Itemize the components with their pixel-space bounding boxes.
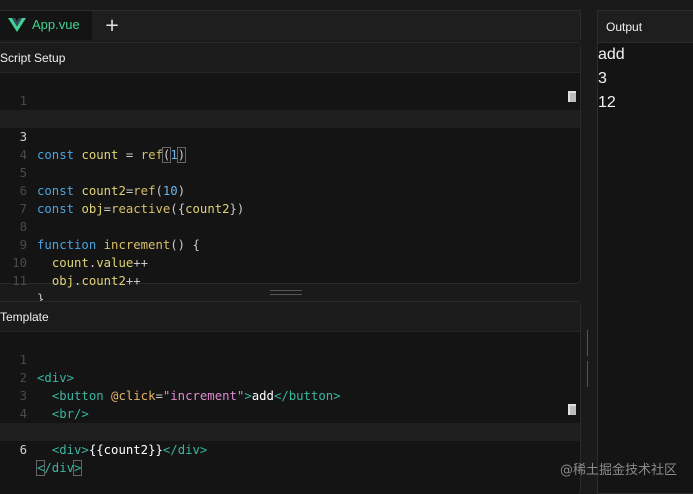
app-root: App.vue + Script Setup 1 import { ref,re… — [0, 0, 693, 494]
template-pane: Template 1 <div> 2 <button @click="incre… — [0, 301, 581, 494]
pane-resize-handle[interactable] — [270, 290, 302, 296]
add-file-button[interactable]: + — [101, 15, 123, 37]
code-text: </div> — [35, 460, 83, 476]
code-line: 4 <div>{{count}}</div> — [0, 387, 580, 439]
vue-logo-icon — [8, 17, 26, 32]
template-header: Template — [0, 302, 580, 332]
code-line-active: 6 </div> — [0, 423, 580, 476]
code-line: 5 <div>{{count2}}</div> — [0, 405, 580, 457]
line-number: 11 — [12, 274, 27, 288]
output-count-value: 3 — [598, 70, 607, 87]
scroll-indicator-icon — [568, 404, 576, 415]
output-preview: add 3 12 — [598, 43, 693, 493]
code-line: 10 obj.count2++ — [0, 236, 580, 288]
script-setup-pane: Script Setup 1 import { ref,reactive } f… — [0, 42, 581, 306]
script-code-editor[interactable]: 1 import { ref,reactive } from 'vue' 2 3… — [0, 73, 580, 306]
scroll-indicator-icon — [568, 91, 576, 102]
code-line: 6 const obj=reactive({count2}) — [0, 164, 580, 216]
output-header: Output — [598, 11, 693, 43]
script-setup-header: Script Setup — [0, 43, 580, 73]
code-line: 4 — [0, 128, 580, 162]
code-line: 11 } — [0, 254, 580, 306]
code-line: 8 function increment() { — [0, 200, 580, 252]
column-resize-handle[interactable] — [587, 330, 593, 387]
line-number: 6 — [19, 443, 27, 457]
tab-label: App.vue — [32, 17, 80, 32]
code-line: 9 count.value++ — [0, 218, 580, 270]
code-line-active: 3 const count = ref(1) — [0, 110, 580, 163]
code-line: 5 const count2=ref(10) — [0, 146, 580, 198]
output-add-button[interactable]: add — [598, 43, 625, 67]
code-line: 2 — [0, 92, 580, 126]
tab-app-vue[interactable]: App.vue — [0, 11, 92, 40]
code-line: 3 <br/> — [0, 369, 580, 421]
template-code-editor[interactable]: 1 <div> 2 <button @click="increment">add… — [0, 332, 580, 476]
file-tab-bar: App.vue + — [0, 10, 581, 40]
code-line: 2 <button @click="increment">add</button… — [0, 351, 580, 403]
output-count2-value: 12 — [598, 94, 616, 111]
code-line: 7 — [0, 182, 580, 216]
code-line: 1 <div> — [0, 333, 580, 385]
watermark-text: @稀土掘金技术社区 — [559, 463, 677, 478]
editor-column: App.vue + Script Setup 1 import { ref,re… — [0, 0, 582, 494]
code-line: 1 import { ref,reactive } from 'vue' — [0, 74, 580, 126]
output-panel: Output add 3 12 — [597, 10, 693, 494]
